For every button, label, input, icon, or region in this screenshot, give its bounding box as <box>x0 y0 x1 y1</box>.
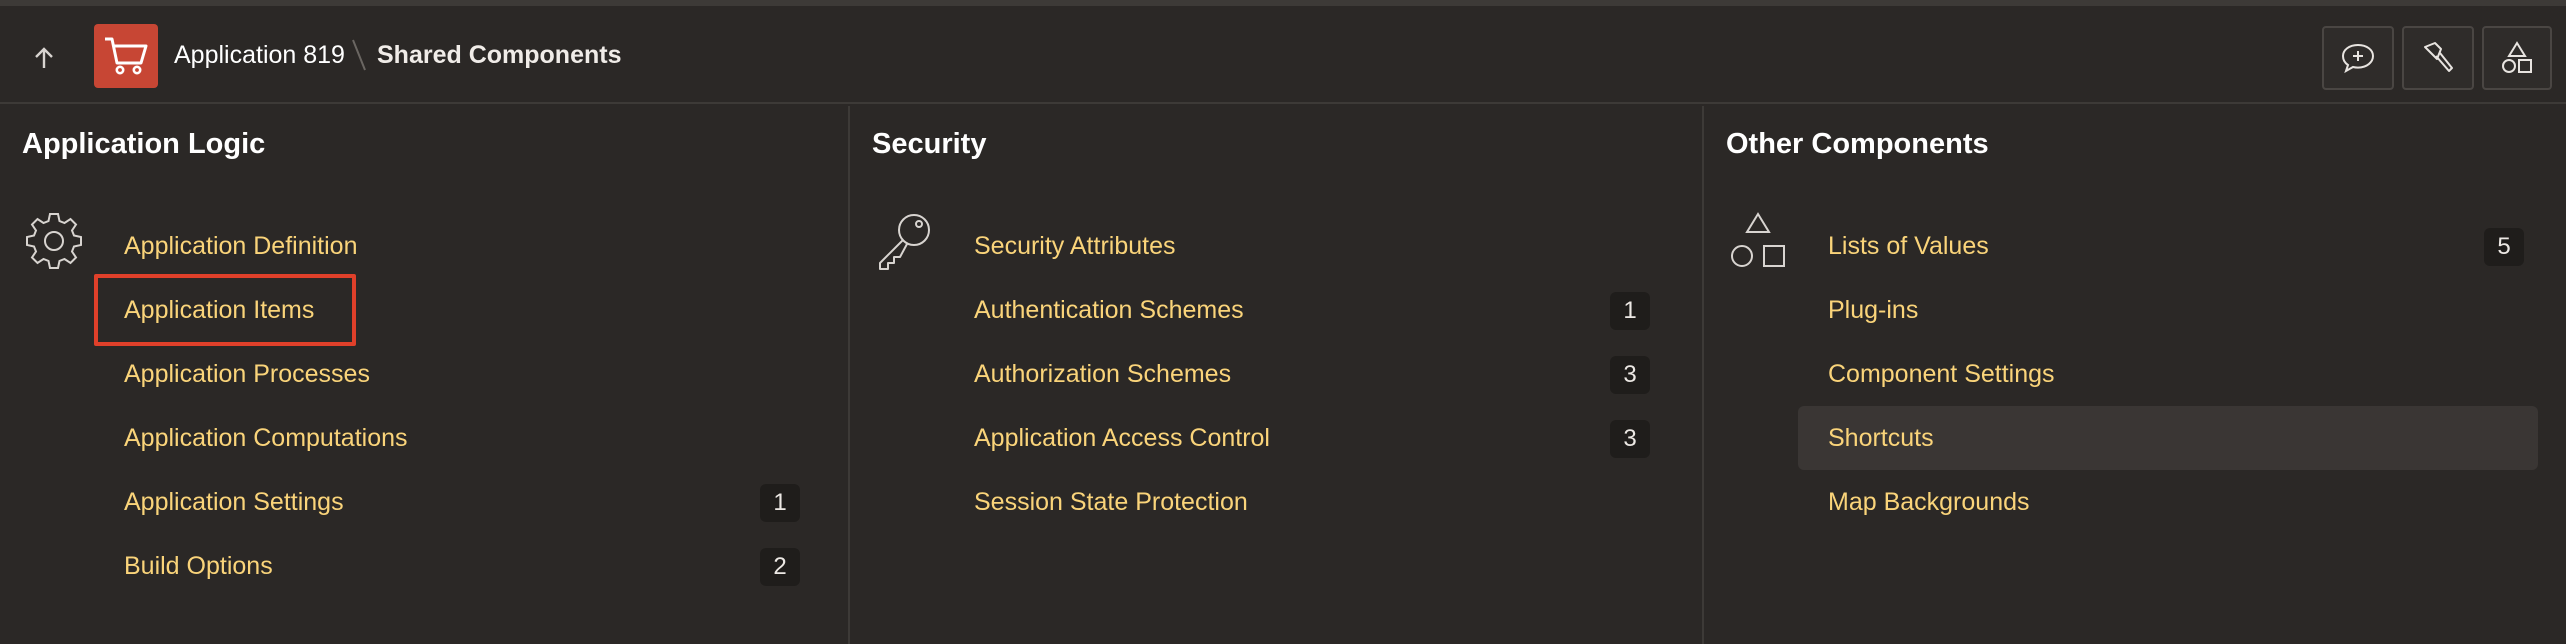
item-label: Authentication Schemes <box>974 296 1244 324</box>
link-application-processes[interactable]: Application Processes <box>94 342 814 406</box>
link-shortcuts[interactable]: Shortcuts <box>1798 406 2538 470</box>
count-badge: 1 <box>1610 292 1650 330</box>
link-application-definition[interactable]: Application Definition <box>94 214 814 278</box>
flashlight-button[interactable] <box>2402 26 2474 90</box>
security-list: Security Attributes Authentication Schem… <box>944 214 1664 534</box>
other-components-section: Other Components Lists of Values 5 Plug-i… <box>1704 106 2566 644</box>
count-badge: 1 <box>760 484 800 522</box>
security-section: Security Security Attributes Authenticat… <box>850 106 1704 644</box>
link-map-backgrounds[interactable]: Map Backgrounds <box>1798 470 2538 534</box>
link-plug-ins[interactable]: Plug-ins <box>1798 278 2538 342</box>
item-label: Session State Protection <box>974 488 1248 516</box>
flashlight-icon <box>2424 42 2453 72</box>
navigate-up-button[interactable] <box>30 44 58 72</box>
item-label: Application Items <box>124 296 315 324</box>
link-application-settings[interactable]: Application Settings 1 <box>94 470 814 534</box>
link-session-state-protection[interactable]: Session State Protection <box>944 470 1664 534</box>
breadcrumb-current-page: Shared Components <box>377 41 622 69</box>
item-label: Shortcuts <box>1828 424 1934 452</box>
item-label: Lists of Values <box>1828 232 1989 260</box>
link-component-settings[interactable]: Component Settings <box>1798 342 2538 406</box>
breadcrumb-separator <box>352 39 366 71</box>
application-icon[interactable] <box>94 24 158 88</box>
link-security-attributes[interactable]: Security Attributes <box>944 214 1664 278</box>
link-application-access-control[interactable]: Application Access Control 3 <box>944 406 1664 470</box>
count-badge: 2 <box>760 548 800 586</box>
gear-icon <box>26 213 82 269</box>
item-label: Application Processes <box>124 360 370 388</box>
link-build-options[interactable]: Build Options 2 <box>94 534 814 598</box>
item-label: Authorization Schemes <box>974 360 1232 388</box>
link-authentication-schemes[interactable]: Authentication Schemes 1 <box>944 278 1664 342</box>
item-label: Plug-ins <box>1828 296 1919 324</box>
arrow-up-icon <box>35 47 53 68</box>
shapes-icon <box>2502 41 2532 73</box>
count-badge: 3 <box>1610 356 1650 394</box>
application-logic-section: Application Logic Application Definition… <box>0 106 850 644</box>
item-label: Security Attributes <box>974 232 1176 260</box>
item-label: Application Access Control <box>974 424 1270 452</box>
item-label: Build Options <box>124 552 273 580</box>
item-label: Application Settings <box>124 488 344 516</box>
shopping-cart-icon <box>105 37 148 75</box>
link-authorization-schemes[interactable]: Authorization Schemes 3 <box>944 342 1664 406</box>
shapes-button[interactable] <box>2482 26 2552 90</box>
page-header: Application 819 Shared Components <box>0 6 2566 104</box>
count-badge: 3 <box>1610 420 1650 458</box>
application-logic-list: Application Definition Application Items… <box>94 214 814 598</box>
key-icon <box>879 214 930 270</box>
breadcrumb-application-link[interactable]: Application 819 <box>174 6 345 104</box>
item-label: Map Backgrounds <box>1828 488 2030 516</box>
other-components-list: Lists of Values 5 Plug-ins Component Sett… <box>1798 214 2538 534</box>
section-title: Other Components <box>1726 128 1989 160</box>
item-label: Application Definition <box>124 232 358 260</box>
count-badge: 5 <box>2484 228 2524 266</box>
feedback-icon <box>2341 43 2375 74</box>
section-title: Application Logic <box>22 128 266 160</box>
item-label: Component Settings <box>1828 360 2055 388</box>
feedback-button[interactable] <box>2322 26 2394 90</box>
item-label: Application Computations <box>124 424 408 452</box>
link-application-items[interactable]: Application Items <box>94 274 814 346</box>
section-title: Security <box>872 128 987 160</box>
link-application-computations[interactable]: Application Computations <box>94 406 814 470</box>
shapes-icon <box>1731 212 1785 267</box>
link-lists-of-values[interactable]: Lists of Values 5 <box>1798 214 2538 278</box>
